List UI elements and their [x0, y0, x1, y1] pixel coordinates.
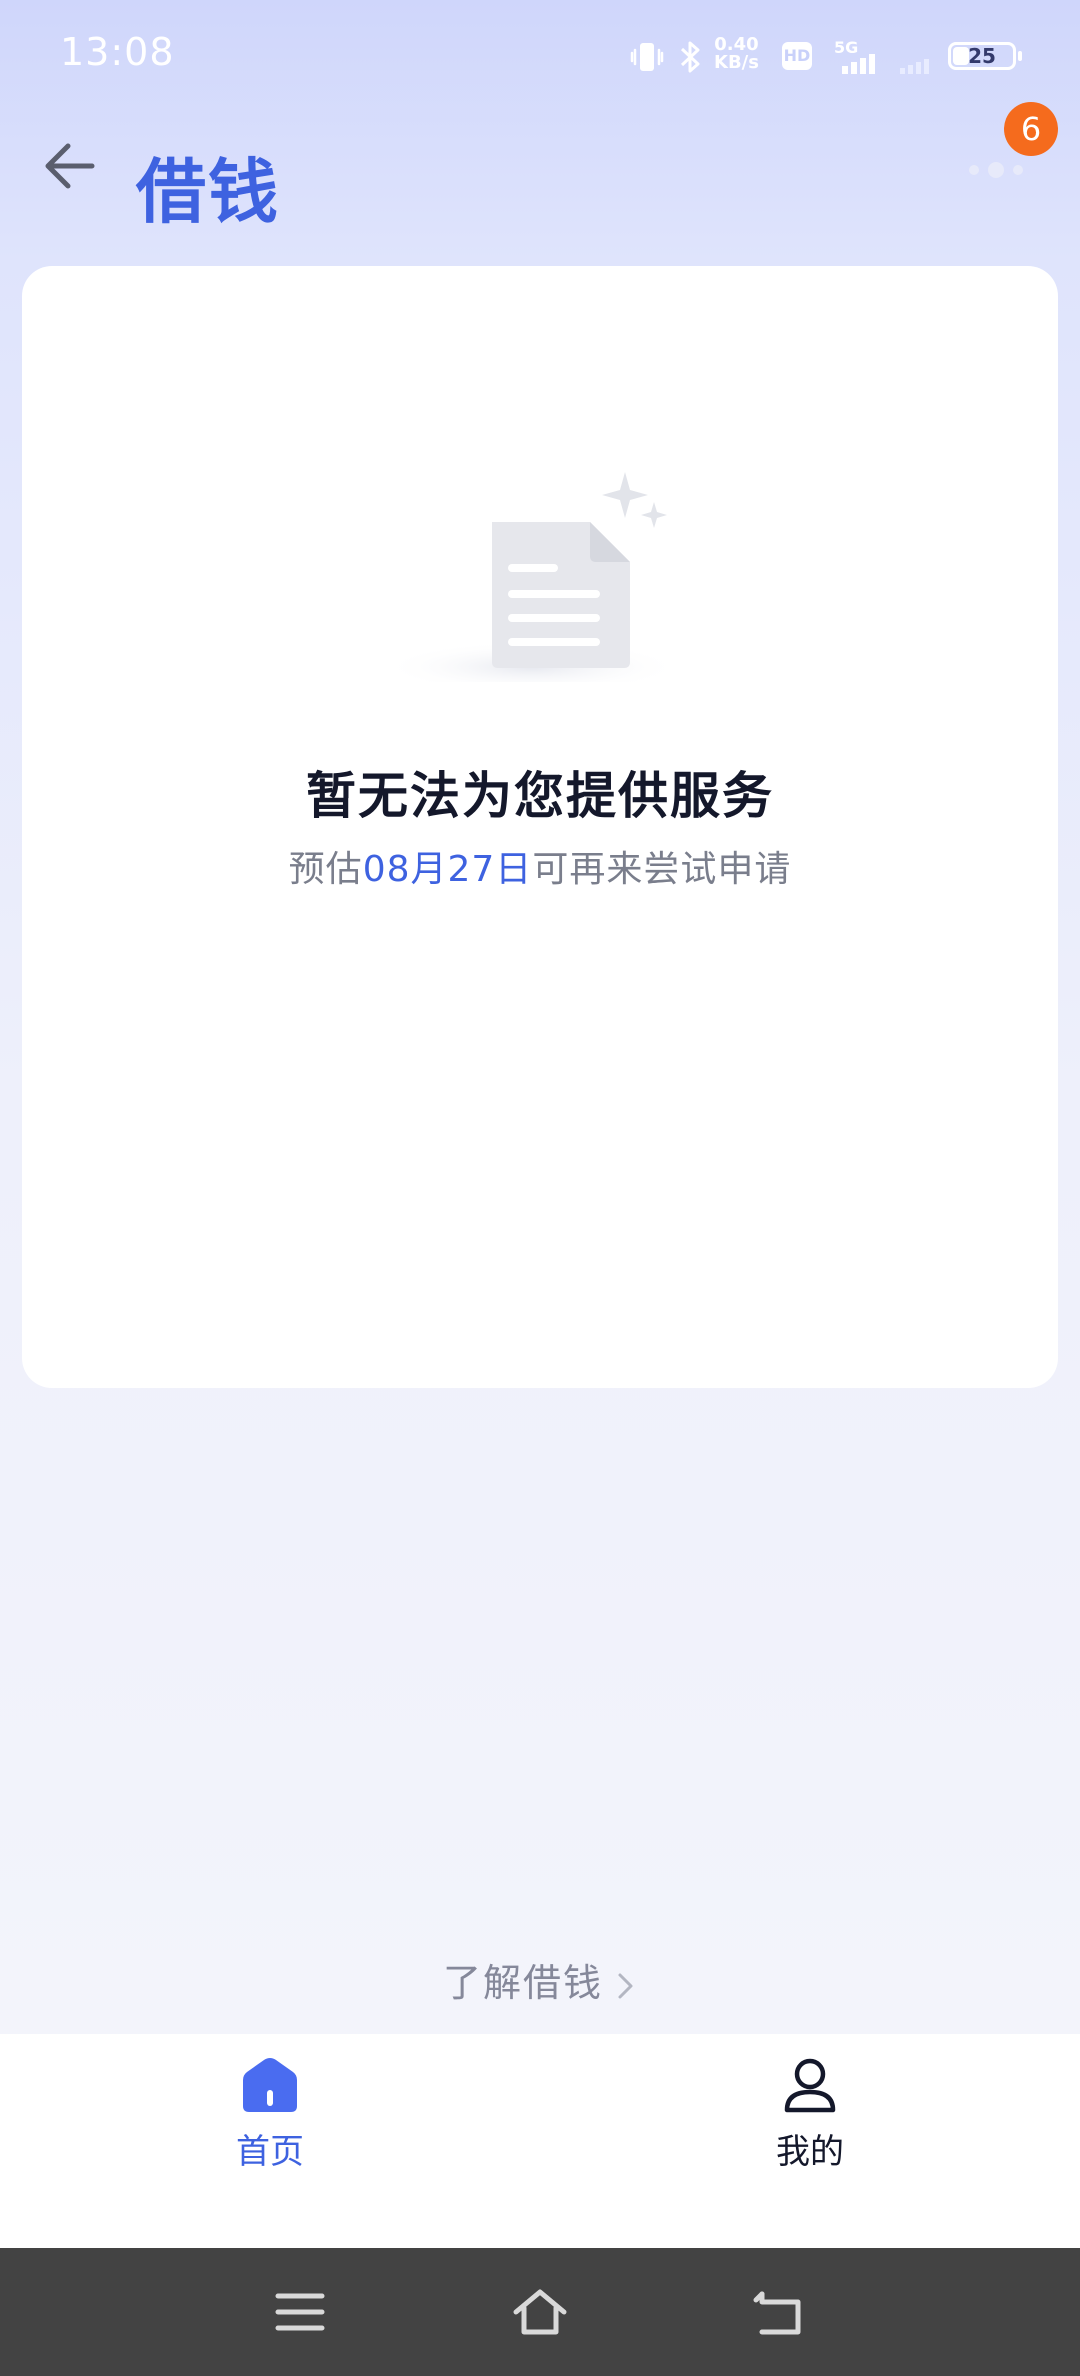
status-bar: 13:08 0.40 KB/s HD 5G 25 [0, 0, 1080, 110]
page-title: 借钱 [136, 151, 280, 233]
hd-icon: HD [782, 42, 812, 70]
content-card: 暂无法为您提供服务 预估08月27日可再来尝试申请 [22, 266, 1058, 1388]
tab-home-label: 首页 [236, 2132, 304, 2172]
battery-indicator: 25 [948, 42, 1022, 70]
chevron-right-icon [618, 1973, 633, 1998]
tab-home[interactable]: 首页 [170, 2054, 370, 2214]
user-icon [784, 2058, 836, 2113]
tab-mine-label: 我的 [776, 2132, 844, 2172]
system-home-icon[interactable] [508, 2280, 572, 2344]
bottom-tab-bar: 首页 我的 [0, 2034, 1080, 2248]
notification-badge[interactable]: 6 [1004, 102, 1058, 156]
subtitle-prefix: 预估 [288, 849, 363, 890]
net-speed: 0.40 KB/s [714, 36, 759, 72]
menu-icon[interactable] [268, 2280, 332, 2344]
retry-date: 08月27日 [362, 849, 533, 890]
signal-icon [842, 54, 875, 74]
learn-more-label: 了解借钱 [442, 1961, 603, 2005]
subtitle-suffix: 可再来尝试申请 [532, 849, 792, 890]
back-arrow-icon[interactable] [36, 130, 108, 202]
bluetooth-icon [680, 41, 700, 73]
header: 借钱 6 [0, 102, 1080, 260]
signal-secondary-icon [900, 59, 929, 74]
system-nav-bar [0, 2248, 1080, 2376]
system-back-icon[interactable] [748, 2280, 812, 2344]
home-icon [243, 2058, 297, 2112]
empty-document-icon [382, 472, 682, 682]
net-speed-unit: KB/s [714, 52, 759, 73]
vibrate-icon [630, 43, 664, 71]
learn-more-link[interactable]: 了解借钱 [0, 1952, 1080, 2007]
empty-state-title: 暂无法为您提供服务 [306, 767, 774, 825]
status-time: 13:08 [60, 30, 175, 74]
empty-state-subtitle: 预估08月27日可再来尝试申请 [22, 840, 1058, 892]
tab-mine[interactable]: 我的 [710, 2054, 910, 2214]
